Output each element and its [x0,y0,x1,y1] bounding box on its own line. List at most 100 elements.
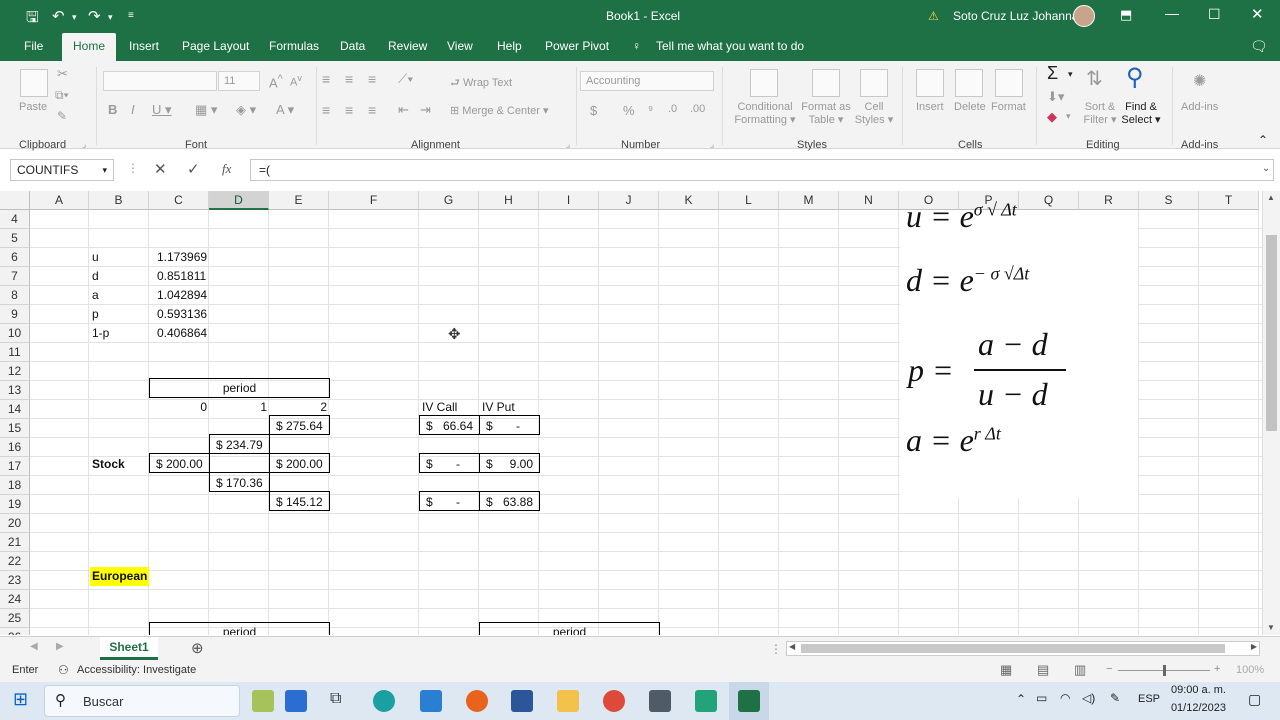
task-view-icon[interactable]: ⧉ [330,690,341,708]
vertical-scrollbar[interactable]: ▲ ▼ [1262,191,1280,635]
cell-B23[interactable]: European [90,567,149,586]
column-header-t[interactable]: T [1199,191,1259,210]
number-launcher-icon[interactable]: ⌟ [710,139,714,150]
cell-styles-button[interactable]: Cell Styles ▾ [854,101,894,126]
cell-E17[interactable]: $ 200.00 [276,455,323,474]
row-header-24[interactable]: 24 [0,590,30,609]
column-header-d[interactable]: D [209,191,269,210]
accessibility-status[interactable]: Accessibility: Investigate [77,664,196,676]
font-size-select[interactable]: 11 [218,71,260,91]
decrease-indent-icon[interactable]: ⇤ [398,102,409,118]
cell-H15[interactable]: - [490,417,520,436]
tab-review[interactable]: Review [388,33,427,61]
percent-icon[interactable]: % [623,103,635,118]
taskbar-app-icon[interactable] [695,690,717,712]
taskbar-app-icon[interactable] [285,690,307,712]
column-header-k[interactable]: K [659,191,719,210]
chrome-icon[interactable] [603,690,625,712]
zoom-in-icon[interactable]: + [1214,663,1220,675]
redo-icon[interactable]: ↷ [88,7,101,25]
tab-view[interactable]: View [447,33,473,61]
binomial-equations-image[interactable]: u = eσ √ Δt d = e− σ √Δt p = a − d u − d… [900,198,1138,498]
scroll-down-icon[interactable]: ▼ [1267,623,1275,632]
column-header-n[interactable]: N [839,191,899,210]
file-explorer-icon[interactable] [557,690,579,712]
zoom-slider-thumb[interactable] [1163,665,1166,676]
mail-icon[interactable] [420,690,442,712]
pen-icon[interactable]: ✎ [1110,691,1120,705]
cell-H26-period[interactable]: period [479,623,660,635]
column-header-i[interactable]: I [539,191,599,210]
font-name-select[interactable] [103,71,217,91]
row-header-26[interactable]: 26 [0,628,30,635]
excel-taskbar-active[interactable] [729,682,769,720]
column-header-m[interactable]: M [779,191,839,210]
language-indicator[interactable]: ESP [1138,693,1160,705]
cancel-entry-icon[interactable]: ✕ [154,160,167,178]
zoom-out-icon[interactable]: − [1106,663,1112,675]
edge-icon[interactable] [373,690,395,712]
paste-icon[interactable] [20,69,48,97]
clear-dropdown-icon[interactable]: ▾ [1066,111,1071,122]
cell-B10[interactable]: 1-p [92,324,109,343]
decrease-decimal-icon[interactable]: .00 [690,103,705,115]
row-header-25[interactable]: 25 [0,609,30,628]
clock-date[interactable]: 01/12/2023 [1170,702,1226,714]
row-header-13[interactable]: 13 [0,381,30,400]
cell-E19[interactable]: $ 145.12 [276,493,323,512]
clear-icon[interactable]: ◆ [1047,109,1057,125]
copy-icon[interactable]: ⧉▾ [55,88,69,103]
clipboard-launcher-icon[interactable]: ⌟ [82,139,86,150]
volume-icon[interactable]: ◁) [1082,691,1095,705]
ribbon-display-icon[interactable]: ⬒ [1120,7,1132,23]
font-color-icon[interactable]: A ▾ [276,102,294,118]
addins-button[interactable]: Add-ins [1181,101,1218,113]
scroll-up-icon[interactable]: ▲ [1267,193,1275,202]
alignment-launcher-icon[interactable]: ⌟ [566,139,570,150]
taskbar-app-icon[interactable] [252,690,274,712]
column-header-q[interactable]: Q [1019,191,1079,210]
bold-icon[interactable]: B [108,102,117,117]
tab-page-layout[interactable]: Page Layout [182,33,249,61]
increase-decimal-icon[interactable]: .0 [668,103,677,115]
cell-C7[interactable]: 0.851811 [157,267,206,286]
cell-C8[interactable]: 1.042894 [157,286,207,305]
find-select-button[interactable]: Find & Select ▾ [1118,101,1164,126]
column-header-g[interactable]: G [419,191,479,210]
firefox-icon[interactable] [466,690,488,712]
cell-D18[interactable]: $ 170.36 [216,474,263,493]
expand-formula-bar-icon[interactable]: ⌄ [1262,163,1270,174]
insert-cells-icon[interactable] [916,69,944,97]
excel-icon[interactable] [738,690,760,712]
undo-icon[interactable]: ↶ [52,7,65,25]
cell-H19[interactable]: 63.88 [490,493,533,512]
user-name[interactable]: Soto Cruz Luz Johanna [953,9,1078,23]
prev-sheet-icon[interactable]: ◀ [30,641,38,652]
row-header-21[interactable]: 21 [0,533,30,552]
normal-view-icon[interactable]: ▦ [1000,662,1012,678]
comma-style-icon[interactable]: ⁹ [648,103,653,117]
cut-icon[interactable]: ✂ [57,66,68,82]
row-header-14[interactable]: 14 [0,400,30,419]
row-header-10[interactable]: 10 [0,324,30,343]
row-header-4[interactable]: 4 [0,210,30,229]
cell-C13-period[interactable]: period [149,379,330,398]
cell-C26-period[interactable]: period [149,623,330,635]
merge-center-button[interactable]: ⊞ Merge & Center ▾ [450,104,549,117]
cell-E14[interactable]: 2 [270,398,327,417]
page-break-view-icon[interactable]: ▥ [1074,662,1086,678]
customize-qat-icon[interactable]: ≡ [128,10,134,21]
find-select-icon[interactable]: ⚲ [1126,63,1144,92]
underline-icon[interactable]: U ▾ [152,102,172,118]
column-header-f[interactable]: F [329,191,419,210]
borders-icon[interactable]: ▦ ▾ [195,102,217,118]
vertical-scroll-thumb[interactable] [1266,235,1277,431]
cell-H17[interactable]: 9.00 [490,455,533,474]
word-icon[interactable] [511,690,533,712]
cell-C14[interactable]: 0 [150,398,207,417]
row-header-18[interactable]: 18 [0,476,30,495]
align-center-icon[interactable]: ≡ [345,102,353,118]
column-header-b[interactable]: B [89,191,149,210]
add-sheet-icon[interactable]: ⊕ [191,639,204,657]
row-header-19[interactable]: 19 [0,495,30,514]
